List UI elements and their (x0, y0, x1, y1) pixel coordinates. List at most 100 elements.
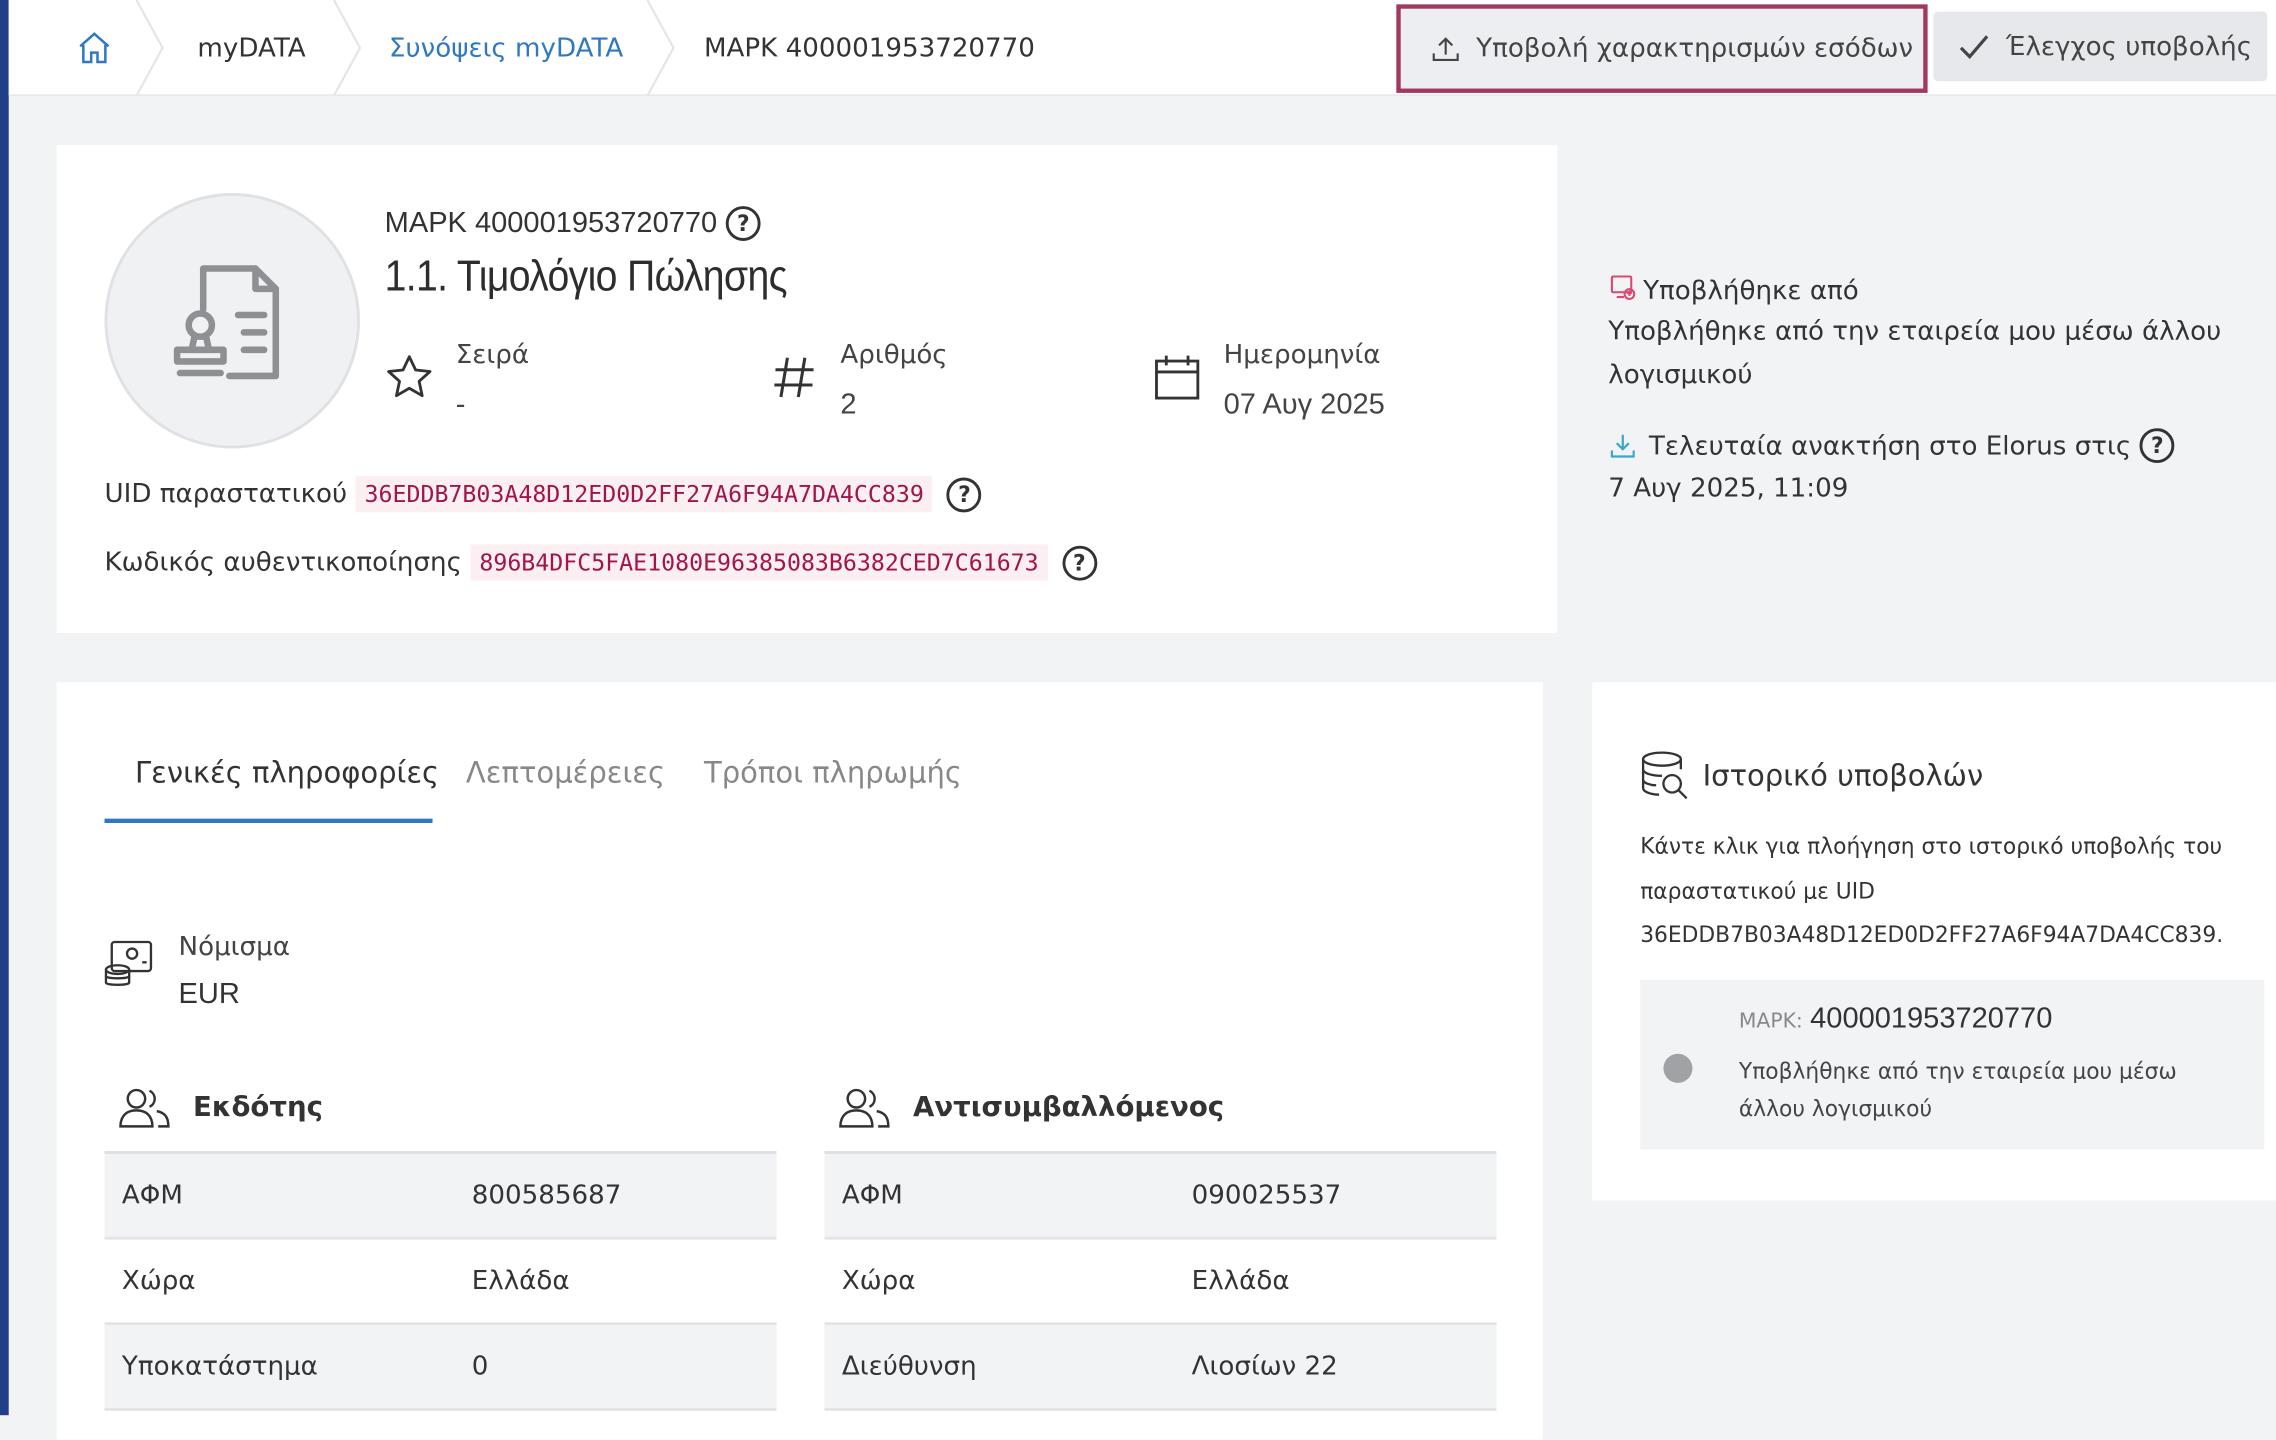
submitted-by-icon (1610, 275, 1636, 300)
date-label: Ημερομηνία (1223, 339, 1381, 371)
users-icon (839, 1088, 890, 1128)
table-row: Υποκατάστημα 0 (104, 1325, 777, 1411)
calendar-icon (1155, 355, 1200, 400)
tab-payment-methods[interactable]: Τρόποι πληρωμής (704, 755, 962, 790)
stamped-document-icon (173, 265, 280, 380)
row-key: Χώρα (841, 1265, 916, 1297)
check-submission-button[interactable]: Έλεγχος υποβολής (1933, 11, 2268, 82)
checkmark-icon (1959, 35, 1989, 59)
history-entry[interactable]: ΜΑΡΚ: 400001953720770 Υποβλήθηκε από την… (1640, 979, 2265, 1150)
help-icon[interactable]: ? (947, 476, 982, 512)
currency-label: Νόμισμα (178, 931, 290, 963)
history-title: Ιστορικό υποβολών (1702, 757, 1984, 793)
row-value: Ελλάδα (471, 1265, 570, 1297)
submit-income-classifications-button[interactable]: Υποβολή χαρακτηρισμών εσόδων (1396, 4, 1928, 93)
uid-row: UID παραστατικού 36EDDB7B03A48D12ED0D2FF… (104, 476, 982, 513)
auth-code-value: 896B4DFC5FAE1080E96385083B6382CED7C61673 (470, 544, 1048, 581)
submitted-by-heading: Υποβλήθηκε από (1608, 273, 1859, 306)
row-key: ΑΦΜ (841, 1180, 903, 1211)
issuer-heading: Εκδότης (118, 1086, 323, 1130)
table-row: Διεύθυνση Λιοσίων 22 (824, 1325, 1497, 1411)
document-avatar (104, 193, 360, 449)
upload-icon (1432, 36, 1459, 61)
page: myDATA Συνόψεις myDATA ΜΑΡΚ 400001953720… (0, 0, 2276, 1440)
row-key: Διεύθυνση (841, 1351, 977, 1382)
tab-details[interactable]: Λεπτομέρειες (466, 755, 665, 790)
number-value: 2 (840, 389, 857, 421)
row-key: Χώρα (121, 1265, 196, 1297)
breadcrumb-separator (332, 0, 362, 96)
submission-info-panel: Υποβλήθηκε από Υποβλήθηκε από την εταιρε… (1560, 145, 2276, 633)
mark-value: 400001953720770 (1810, 1002, 2053, 1035)
submit-label: Υποβολή χαρακτηρισμών εσόδων (1476, 33, 1914, 64)
breadcrumb-separator (646, 0, 675, 96)
database-search-icon (1641, 751, 1688, 800)
table-row: ΑΦΜ 090025537 (824, 1153, 1497, 1240)
status-dot (1663, 1053, 1693, 1083)
row-value: 090025537 (1191, 1180, 1342, 1211)
counterparty-heading: Αντισυμβαλλόμενος (838, 1086, 1225, 1130)
breadcrumb-mydata-summaries[interactable]: Συνόψεις myDATA (389, 0, 623, 96)
date-value: 07 Αυγ 2025 (1223, 389, 1385, 421)
star-icon (387, 355, 432, 398)
check-label: Έλεγχος υποβολής (2005, 31, 2253, 62)
currency-value: EUR (178, 978, 240, 1011)
sidebar-edge (0, 0, 9, 1416)
row-value: Λιοσίων 22 (1191, 1351, 1338, 1382)
download-icon (1610, 434, 1635, 458)
history-description-line: παραστατικού με UID (1640, 877, 1875, 904)
active-tab-indicator (104, 818, 433, 824)
mark-label: ΜΑΡΚ: (1738, 1010, 1803, 1034)
help-icon[interactable]: ? (1061, 545, 1097, 580)
submitted-by-value-cont: λογισμικού (1608, 359, 1753, 391)
submission-history-card: Ιστορικό υποβολών Κάντε κλικ για πλοήγησ… (1592, 682, 2276, 1201)
home-icon[interactable] (75, 29, 113, 67)
hash-icon (774, 357, 814, 398)
row-value: 0 (471, 1351, 489, 1382)
document-summary-card: ΜΑΡΚ 400001953720770 ? 1.1. Τιμολόγιο Πώ… (56, 145, 1558, 633)
issuer-table: ΑΦΜ 800585687 Χώρα Ελλάδα Υποκατάστημα 0 (104, 1151, 777, 1411)
history-description-line: Κάντε κλικ για πλοήγηση στο ιστορικό υπο… (1640, 833, 2223, 860)
history-description: Κάντε κλικ για πλοήγηση στο ιστορικό υπο… (1640, 824, 2250, 957)
document-type-title: 1.1. Τιμολόγιο Πώλησης (384, 252, 788, 301)
history-entry-note: Υποβλήθηκε από την εταιρεία μου μέσω άλλ… (1739, 1052, 2233, 1127)
counterparty-table: ΑΦΜ 090025537 Χώρα Ελλάδα Διεύθυνση Λιοσίων… (824, 1151, 1497, 1411)
history-entry-mark: ΜΑΡΚ: 400001953720770 (1739, 1003, 2052, 1036)
users-icon (119, 1088, 170, 1128)
auth-code-label: Κωδικός αυθεντικοποίησης (104, 547, 462, 578)
history-uid: 36EDDB7B03A48D12ED0D2FF27A6F94A7DA4CC839… (1640, 921, 2224, 948)
table-row: Χώρα Ελλάδα (104, 1240, 777, 1326)
tab-general-info[interactable]: Γενικές πληροφορίες (135, 755, 439, 790)
row-value: Ελλάδα (1191, 1265, 1290, 1297)
table-row: Χώρα Ελλάδα (824, 1240, 1497, 1326)
breadcrumb-current-mark: ΜΑΡΚ 400001953720770 (703, 32, 1035, 64)
counterparty-title: Αντισυμβαλλόμενος (912, 1091, 1225, 1124)
breadcrumb-mydata[interactable]: myDATA (197, 0, 305, 96)
table-row: ΑΦΜ 800585687 (104, 1153, 777, 1240)
last-fetch-value: 7 Αυγ 2025, 11:09 (1608, 473, 1849, 504)
help-icon[interactable]: ? (2139, 428, 2175, 464)
submitted-by-value: Υποβλήθηκε από την εταιρεία μου μέσω άλλ… (1608, 316, 2222, 347)
series-label: Σειρά (455, 339, 530, 371)
uid-value: 36EDDB7B03A48D12ED0D2FF27A6F94A7DA4CC839 (355, 476, 933, 513)
help-icon[interactable]: ? (725, 206, 761, 241)
history-note-line: Υποβλήθηκε από την εταιρεία μου μέσω (1738, 1058, 2177, 1085)
currency-icon (104, 940, 153, 987)
row-value: 800585687 (471, 1180, 622, 1211)
breadcrumb-separator (135, 0, 164, 96)
general-info-card: Γενικές πληροφορίες Λεπτομέρειες Τρόποι … (56, 682, 1543, 1440)
history-heading: Ιστορικό υποβολών (1639, 749, 1983, 801)
number-label: Αριθμός (840, 339, 948, 371)
uid-label: UID παραστατικού (104, 478, 348, 510)
history-note-line: άλλου λογισμικού (1738, 1095, 1933, 1123)
row-key: ΑΦΜ (121, 1180, 183, 1211)
mark-heading: ΜΑΡΚ 400001953720770 ? (385, 206, 761, 241)
submitted-by-label: Υποβλήθηκε από (1643, 275, 1859, 307)
issuer-title: Εκδότης (193, 1091, 323, 1124)
series-value: - (455, 389, 466, 421)
last-fetch-label: Τελευταία ανακτήση στο Elorus στις (1648, 430, 2132, 461)
auth-code-row: Κωδικός αυθεντικοποίησης 896B4DFC5FAE108… (104, 544, 1097, 581)
row-key: Υποκατάστημα (121, 1351, 318, 1382)
last-fetch-heading: Τελευταία ανακτήση στο Elorus στις ? (1608, 428, 2175, 464)
mark-number: ΜΑΡΚ 400001953720770 (384, 206, 718, 239)
